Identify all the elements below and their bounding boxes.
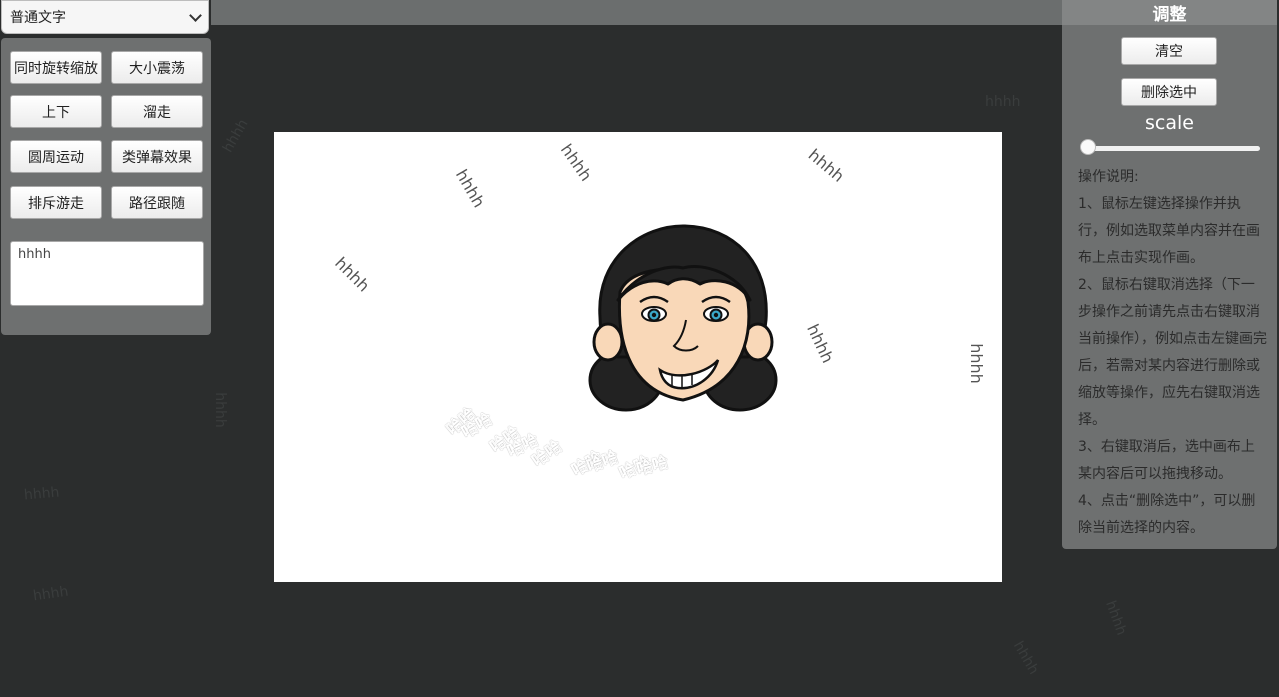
background-text: hhhh	[1102, 598, 1130, 638]
slip-away-button[interactable]: 溜走	[111, 95, 203, 128]
scale-slider-thumb[interactable]	[1080, 139, 1096, 155]
mode-select-value: 普通文字	[10, 10, 66, 26]
cartoon-face-sticker[interactable]	[588, 222, 778, 422]
canvas-text[interactable]: hhhh	[452, 166, 489, 211]
scale-slider[interactable]	[1087, 146, 1260, 151]
panel-title: 调整	[1062, 0, 1277, 25]
background-text: hhhh	[1009, 638, 1042, 678]
background-text: hhhh	[211, 392, 228, 428]
instructions: 操作说明: 1、鼠标左键选择操作并执行，例如选取菜单内容并在画布上点击实现作画。…	[1078, 164, 1268, 542]
canvas-text[interactable]: hhhh	[557, 140, 596, 184]
clear-button[interactable]: 清空	[1121, 37, 1217, 65]
rotate-scale-button[interactable]: 同时旋转缩放	[10, 51, 102, 84]
size-oscillate-button[interactable]: 大小震荡	[111, 51, 203, 84]
scale-label: scale	[1145, 112, 1194, 134]
instruction-item: 1、鼠标左键选择操作并执行，例如选取菜单内容并在画布上点击实现作画。	[1078, 196, 1260, 266]
instruction-item: 4、点击“删除选中”，可以删除当前选择的内容。	[1078, 493, 1256, 536]
chevron-down-icon	[189, 8, 202, 22]
circular-motion-button[interactable]: 圆周运动	[10, 140, 102, 173]
canvas-text[interactable]: hhhh	[805, 145, 848, 186]
canvas-text[interactable]: hhhh	[803, 321, 837, 366]
background-text: hhhh	[32, 583, 70, 605]
canvas-text[interactable]: hhhh	[331, 253, 373, 295]
background-text: hhhh	[985, 94, 1021, 110]
effects-panel: 同时旋转缩放 大小震荡 上下 溜走 圆周运动 类弹幕效果 排斥游走 路径跟随 h…	[1, 38, 211, 335]
instruction-item: 2、鼠标右键取消选择（下一步操作之前请先点击右键取消当前操作），例如点击左键画完…	[1078, 277, 1267, 428]
instructions-title: 操作说明:	[1078, 169, 1139, 185]
delete-selected-button[interactable]: 删除选中	[1121, 78, 1217, 106]
top-bar	[211, 0, 1062, 25]
canvas-text[interactable]: hhhh	[967, 343, 986, 384]
background-text: hhhh	[23, 484, 61, 504]
up-down-button[interactable]: 上下	[10, 95, 102, 128]
drawing-canvas[interactable]: hhhh hhhh hhhh hhhh hhhh hhhh 哈哈 哈哈 哈哈 哈…	[274, 132, 1002, 582]
background-text: hhhh	[219, 116, 252, 156]
instruction-item: 3、右键取消后，选中画布上某内容后可以拖拽移动。	[1078, 439, 1255, 482]
repel-wander-button[interactable]: 排斥游走	[10, 186, 102, 219]
text-input[interactable]: hhhh	[10, 241, 204, 306]
mode-select[interactable]: 普通文字	[1, 0, 209, 34]
danmaku-effect-button[interactable]: 类弹幕效果	[111, 140, 203, 173]
adjust-panel: 调整 清空 删除选中 scale 操作说明: 1、鼠标左键选择操作并执行，例如选…	[1062, 0, 1277, 549]
path-follow-button[interactable]: 路径跟随	[111, 186, 203, 219]
